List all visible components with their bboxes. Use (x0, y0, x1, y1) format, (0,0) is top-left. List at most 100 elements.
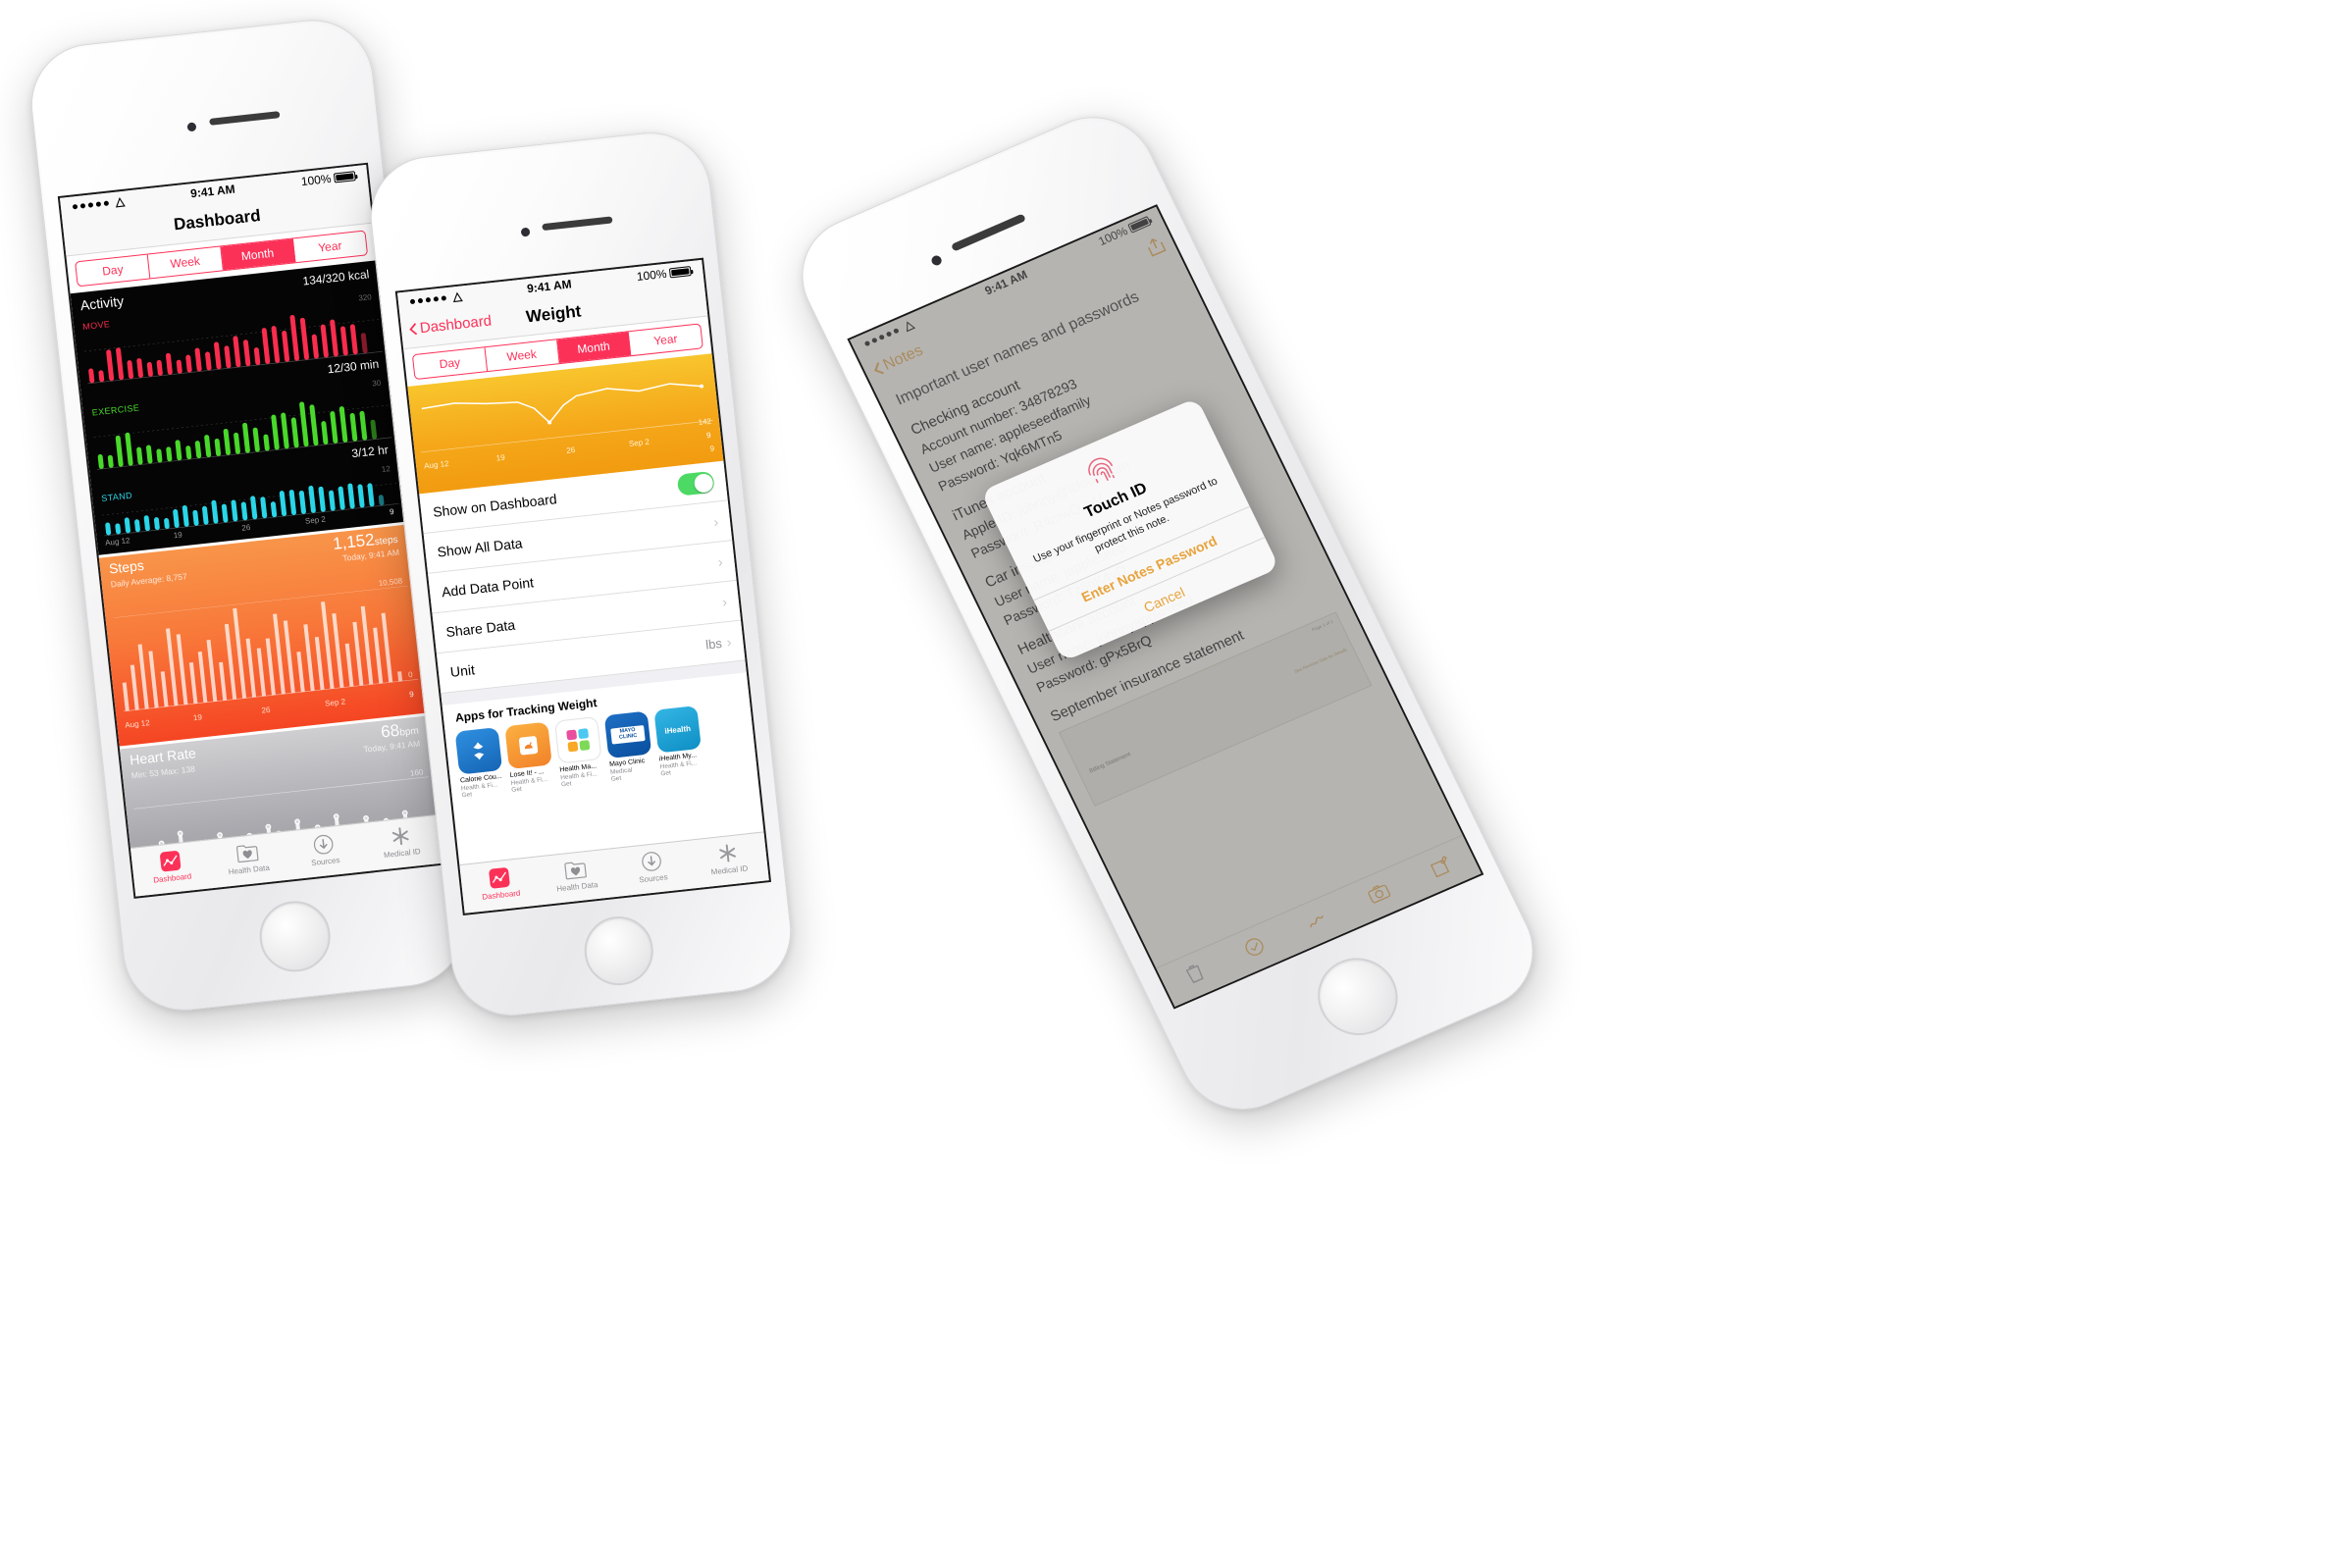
under-armour-icon (454, 727, 503, 775)
ihealth-wordmark: iHealth (663, 723, 692, 736)
segment-year[interactable]: Year (293, 232, 367, 263)
steps-card[interactable]: Steps Daily Average: 8,757 1,152steps To… (98, 524, 426, 747)
tab-sources[interactable]: Sources (284, 824, 365, 880)
weight-axis-label-4: 9 (705, 430, 711, 441)
battery-percent: 100% (300, 171, 333, 189)
app-cell-1[interactable]: Lose It! - ... Health & Fi... Get (504, 721, 554, 794)
mayo-clinic-wordmark: MAYO CLINIC (610, 725, 646, 745)
battery-percent-2: 100% (636, 266, 668, 285)
front-camera-icon-2 (520, 227, 531, 237)
status-time-2: 9:41 AM (526, 277, 573, 296)
tab-bar-2[interactable]: Dashboard Health Data Sources Medical ID (459, 831, 769, 914)
axis-label-1: 19 (173, 530, 183, 541)
front-camera-icon (186, 122, 197, 132)
heart-rate-value-group: 68bpm Today, 9:41 AM (361, 719, 421, 755)
activity-card-title: Activity (79, 292, 125, 314)
activity-stand-max: 12 (381, 464, 391, 475)
tab-sources-2[interactable]: Sources (611, 841, 693, 897)
activity-stand-label: STAND (100, 490, 133, 504)
weight-axis-label-2: 26 (565, 444, 576, 455)
notes-touchid-phone: △ 9:41 AM 100% Notes Important user na (781, 97, 1554, 1129)
row-unit-label: Unit (449, 661, 476, 680)
weight-axis-label-0: Aug 12 (423, 458, 449, 471)
tab-medical-id[interactable]: Medical ID (360, 815, 442, 871)
activity-exercise-value: 12/30 min (326, 356, 380, 377)
weight-axis-label-3: Sep 2 (628, 437, 650, 448)
chevron-right-icon-1: › (712, 513, 719, 531)
earpiece-speaker-2 (542, 216, 613, 232)
axis-label-2: 26 (240, 522, 251, 533)
segment-day-2[interactable]: Day (412, 347, 488, 380)
page-title: Dashboard (173, 205, 262, 234)
tab-dashboard-2[interactable]: Dashboard (459, 858, 541, 914)
app-cell-2[interactable]: Health Ma... Health & Fi... Get (554, 716, 604, 789)
activity-exercise-chart (93, 401, 392, 470)
row-show-all-data-label: Show All Data (436, 535, 524, 560)
earpiece-speaker (209, 111, 281, 126)
page-title-2: Weight (525, 300, 583, 326)
tab-health-data[interactable]: Health Data (207, 832, 288, 888)
steps-value-group: 1,152steps Today, 9:41 AM (332, 528, 399, 564)
steps-axis-label-4: 9 (408, 689, 415, 700)
chevron-right-icon-3: › (721, 594, 728, 610)
activity-move-value: 134/320 kcal (301, 267, 370, 288)
activity-exercise-max: 30 (371, 378, 382, 389)
unit-value-group: lbs › (704, 634, 732, 653)
front-camera-icon-3 (929, 253, 944, 267)
segment-month[interactable]: Month (220, 238, 296, 271)
activity-card[interactable]: Activity 134/320 kcal MOVE 320 12/30 min… (70, 260, 405, 555)
wifi-icon-2: △ (451, 288, 463, 304)
steps-unit: steps (374, 534, 399, 549)
tab-medical-id-2[interactable]: Medical ID (688, 832, 769, 888)
axis-label-4: 9 (389, 506, 394, 517)
health-mate-squares-icon (554, 716, 602, 764)
activity-move-label: MOVE (81, 319, 111, 333)
chevron-right-icon-4: › (725, 633, 733, 651)
phone3-screen: △ 9:41 AM 100% Notes Important user na (847, 204, 1484, 1010)
app-cell-0[interactable]: Calorie Cou... Health & Fi... Get (454, 727, 505, 800)
steps-axis-label-2: 26 (261, 705, 271, 715)
scene: △ 9:41 AM 100% Dashboard Day Week Month … (0, 0, 2341, 1568)
axis-label-0: Aug 12 (104, 536, 130, 548)
home-button-2[interactable] (581, 913, 657, 989)
segment-month-2[interactable]: Month (556, 332, 632, 364)
phone2-screen: △ 9:41 AM 100% Dashboard Weight Day Week… (394, 257, 772, 916)
tab-dashboard[interactable]: Dashboard (130, 840, 212, 896)
home-button[interactable] (255, 897, 335, 976)
unit-value: lbs (704, 635, 723, 653)
earpiece-speaker-3 (950, 213, 1026, 252)
row-share-data-label: Share Data (444, 616, 516, 641)
wifi-icon: △ (114, 193, 126, 209)
row-add-data-point-label: Add Data Point (441, 574, 535, 601)
heart-rate-value: 68 (380, 720, 401, 742)
activity-move-max: 320 (357, 292, 373, 303)
status-time: 9:41 AM (189, 182, 236, 201)
activity-stand-value: 3/12 hr (350, 443, 390, 461)
heart-rate-unit: bpm (398, 725, 420, 739)
heart-rate-timestamp: Today, 9:41 AM (362, 738, 421, 755)
segment-week[interactable]: Week (147, 246, 224, 279)
lose-it-scale-icon (504, 721, 552, 770)
signal-strength-icon-2: △ (409, 288, 463, 308)
tab-health-data-2[interactable]: Health Data (536, 849, 617, 905)
steps-axis-label-1: 19 (192, 712, 203, 723)
segment-year-2[interactable]: Year (629, 324, 702, 355)
back-label: Dashboard (419, 312, 493, 338)
weight-min-label: 9 (709, 444, 715, 454)
segment-week-2[interactable]: Week (485, 340, 560, 372)
back-to-dashboard-button[interactable]: Dashboard (408, 312, 493, 338)
steps-card-title: Steps (108, 556, 145, 577)
segment-day[interactable]: Day (76, 254, 151, 287)
chevron-left-icon (409, 323, 418, 336)
chevron-right-icon-2: › (716, 553, 724, 570)
steps-axis-label-0: Aug 12 (124, 718, 151, 730)
row-show-on-dashboard-label: Show on Dashboard (432, 491, 558, 520)
ihealth-icon: iHealth (653, 706, 702, 754)
app-cell-4[interactable]: iHealth iHealth My... Health & Fi... Get (653, 706, 703, 778)
home-button-3[interactable] (1304, 945, 1412, 1048)
show-on-dashboard-toggle[interactable] (676, 470, 715, 497)
app-cell-3[interactable]: MAYO CLINIC Mayo Clinic Medical Get (603, 710, 654, 783)
weight-axis-label-1: 19 (495, 452, 506, 463)
mayo-clinic-shield-icon: MAYO CLINIC (603, 710, 652, 759)
axis-label-3: Sep 2 (304, 514, 327, 526)
